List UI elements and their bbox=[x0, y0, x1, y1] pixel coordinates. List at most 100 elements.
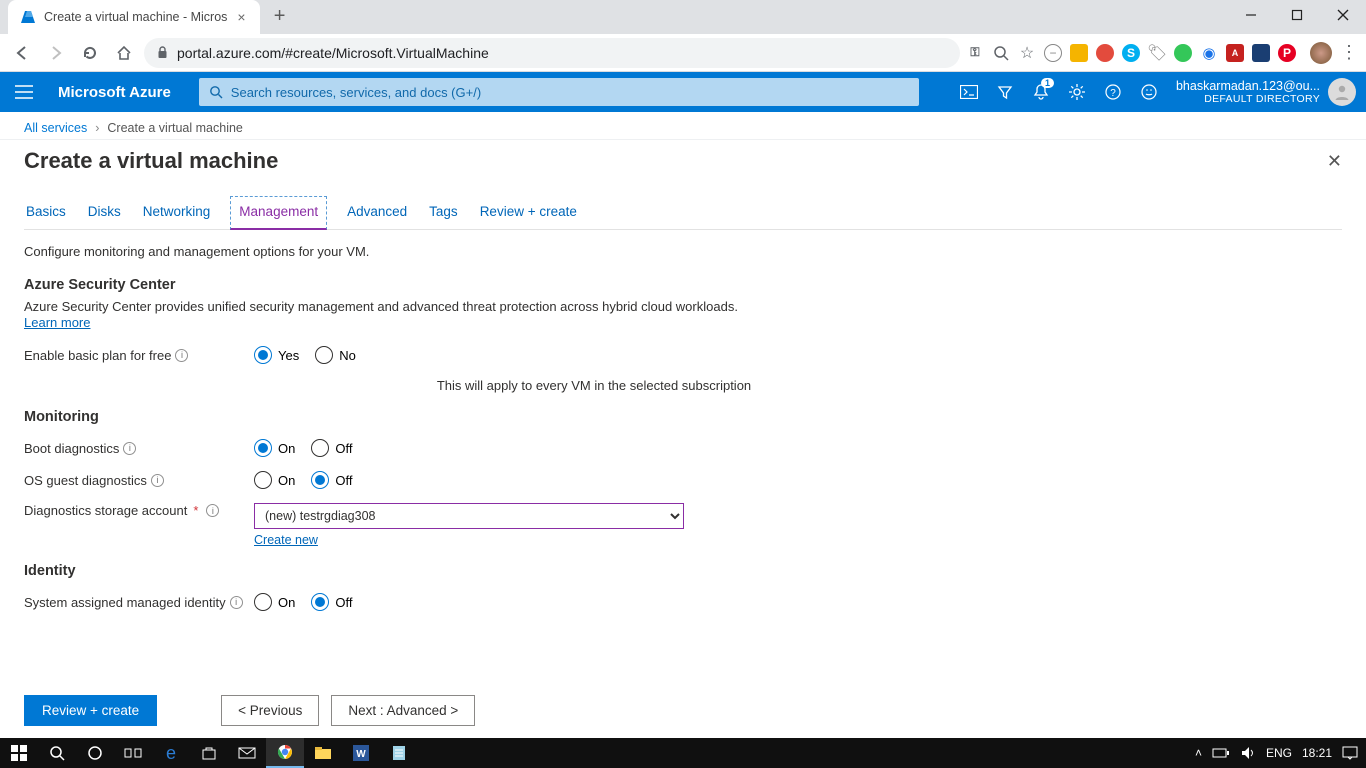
diag-storage-create-new-link[interactable]: Create new bbox=[254, 533, 684, 547]
svg-text:W: W bbox=[356, 749, 366, 760]
nav-back-button[interactable] bbox=[8, 39, 36, 67]
breadcrumb-root[interactable]: All services bbox=[24, 121, 87, 135]
address-bar[interactable]: portal.azure.com/#create/Microsoft.Virtu… bbox=[144, 38, 960, 68]
next-button[interactable]: Next : Advanced > bbox=[331, 695, 475, 726]
info-icon[interactable]: i bbox=[123, 442, 136, 455]
info-icon[interactable]: i bbox=[230, 596, 243, 609]
ext-orange1-icon[interactable] bbox=[1070, 44, 1088, 62]
close-tab-icon[interactable]: × bbox=[235, 9, 247, 25]
tray-action-center-icon[interactable] bbox=[1342, 746, 1358, 760]
tab-advanced[interactable]: Advanced bbox=[345, 196, 409, 229]
sys-identity-on-radio[interactable]: On bbox=[254, 593, 295, 611]
taskbar-edge-icon[interactable]: e bbox=[152, 738, 190, 768]
ext-skype-icon[interactable]: S bbox=[1122, 44, 1140, 62]
tray-volume-icon[interactable] bbox=[1240, 746, 1256, 760]
previous-button[interactable]: < Previous bbox=[221, 695, 319, 726]
feedback-button[interactable] bbox=[1132, 72, 1166, 112]
notifications-button[interactable]: 1 bbox=[1024, 72, 1058, 112]
directory-filter-button[interactable] bbox=[988, 72, 1022, 112]
diag-storage-label: Diagnostics storage account*i bbox=[24, 503, 254, 518]
nav-home-button[interactable] bbox=[110, 39, 138, 67]
ext-pdf-icon[interactable]: A bbox=[1226, 44, 1244, 62]
info-icon[interactable]: i bbox=[175, 349, 188, 362]
taskbar-chrome-icon[interactable] bbox=[266, 738, 304, 768]
star-icon[interactable]: ☆ bbox=[1018, 44, 1036, 62]
nav-reload-button[interactable] bbox=[76, 39, 104, 67]
boot-diagnostics-on-radio[interactable]: On bbox=[254, 439, 295, 457]
tray-clock[interactable]: 18:21 bbox=[1302, 746, 1332, 760]
window-maximize-button[interactable] bbox=[1274, 0, 1320, 30]
blade-close-button[interactable]: ✕ bbox=[1327, 151, 1342, 172]
tray-language[interactable]: ENG bbox=[1266, 746, 1292, 760]
tab-review-create[interactable]: Review + create bbox=[478, 196, 579, 229]
taskbar-notepad-icon[interactable] bbox=[380, 738, 418, 768]
ext-nosign-icon[interactable]: − bbox=[1044, 44, 1062, 62]
page-title: Create a virtual machine bbox=[24, 148, 278, 174]
os-diagnostics-on-radio[interactable]: On bbox=[254, 471, 295, 489]
boot-diagnostics-label: Boot diagnosticsi bbox=[24, 441, 254, 456]
tab-networking[interactable]: Networking bbox=[141, 196, 213, 229]
address-bar-url: portal.azure.com/#create/Microsoft.Virtu… bbox=[177, 45, 489, 61]
ext-darkblue-icon[interactable] bbox=[1252, 44, 1270, 62]
taskbar-mail-icon[interactable] bbox=[228, 738, 266, 768]
browser-tab[interactable]: Create a virtual machine - Micros × bbox=[8, 0, 260, 34]
tab-disks[interactable]: Disks bbox=[86, 196, 123, 229]
enable-plan-yes-radio[interactable]: Yes bbox=[254, 346, 299, 364]
ext-blue-icon[interactable]: ◉ bbox=[1200, 44, 1218, 62]
azure-search[interactable] bbox=[199, 78, 919, 106]
browser-titlebar: Create a virtual machine - Micros × + bbox=[0, 0, 1366, 34]
blade-body: Basics Disks Networking Management Advan… bbox=[0, 178, 1366, 700]
window-close-button[interactable] bbox=[1320, 0, 1366, 30]
azure-search-input[interactable] bbox=[231, 85, 909, 100]
start-button[interactable] bbox=[0, 738, 38, 768]
review-create-button[interactable]: Review + create bbox=[24, 695, 157, 726]
tray-battery-icon[interactable] bbox=[1212, 747, 1230, 759]
user-avatar-icon bbox=[1328, 78, 1356, 106]
window-minimize-button[interactable] bbox=[1228, 0, 1274, 30]
zoom-icon[interactable] bbox=[992, 44, 1010, 62]
sys-identity-off-radio[interactable]: Off bbox=[311, 593, 352, 611]
taskbar-store-icon[interactable] bbox=[190, 738, 228, 768]
ext-green-icon[interactable] bbox=[1174, 44, 1192, 62]
system-tray: ˄ ENG 18:21 bbox=[1195, 746, 1366, 760]
taskbar-word-icon[interactable]: W bbox=[342, 738, 380, 768]
info-icon[interactable]: i bbox=[206, 504, 219, 517]
breadcrumb-current: Create a virtual machine bbox=[107, 121, 242, 135]
security-learn-more-link[interactable]: Learn more bbox=[24, 315, 90, 330]
ext-tag-icon[interactable]: 🏷 bbox=[1148, 44, 1166, 62]
cloud-shell-button[interactable] bbox=[952, 72, 986, 112]
user-email: bhaskarmadan.123@ou... bbox=[1176, 79, 1320, 93]
section-identity-heading: Identity bbox=[24, 563, 1342, 579]
windows-taskbar: e W ˄ ENG 18:21 bbox=[0, 738, 1366, 768]
chrome-menu-icon[interactable]: ⋮ bbox=[1340, 44, 1358, 62]
task-view-button[interactable] bbox=[114, 738, 152, 768]
taskbar-explorer-icon[interactable] bbox=[304, 738, 342, 768]
cortana-button[interactable] bbox=[76, 738, 114, 768]
azure-brand[interactable]: Microsoft Azure bbox=[48, 84, 181, 101]
tab-basics[interactable]: Basics bbox=[24, 196, 68, 229]
browser-tab-title: Create a virtual machine - Micros bbox=[44, 10, 227, 24]
ext-red-icon[interactable] bbox=[1096, 44, 1114, 62]
section-monitoring-heading: Monitoring bbox=[24, 409, 1342, 425]
tab-tags[interactable]: Tags bbox=[427, 196, 460, 229]
azure-favicon-icon bbox=[20, 9, 36, 25]
os-diagnostics-off-radio[interactable]: Off bbox=[311, 471, 352, 489]
key-icon[interactable]: ⚿ bbox=[966, 44, 984, 62]
security-description: Azure Security Center provides unified s… bbox=[24, 299, 1342, 314]
taskbar-search-button[interactable] bbox=[38, 738, 76, 768]
settings-button[interactable] bbox=[1060, 72, 1094, 112]
info-icon[interactable]: i bbox=[151, 474, 164, 487]
ext-pinterest-icon[interactable]: P bbox=[1278, 44, 1296, 62]
tray-chevron-up-icon[interactable]: ˄ bbox=[1195, 746, 1202, 760]
enable-plan-no-radio[interactable]: No bbox=[315, 346, 356, 364]
profile-avatar-icon[interactable] bbox=[1310, 42, 1332, 64]
tab-management[interactable]: Management bbox=[230, 196, 327, 230]
nav-forward-button[interactable] bbox=[42, 39, 70, 67]
new-tab-button[interactable]: + bbox=[266, 2, 294, 30]
boot-diagnostics-off-radio[interactable]: Off bbox=[311, 439, 352, 457]
sys-identity-label: System assigned managed identityi bbox=[24, 595, 254, 610]
azure-user-account[interactable]: bhaskarmadan.123@ou... DEFAULT DIRECTORY bbox=[1166, 78, 1366, 106]
help-button[interactable]: ? bbox=[1096, 72, 1130, 112]
hamburger-button[interactable] bbox=[0, 72, 48, 112]
diag-storage-select[interactable]: (new) testrgdiag308 bbox=[254, 503, 684, 529]
